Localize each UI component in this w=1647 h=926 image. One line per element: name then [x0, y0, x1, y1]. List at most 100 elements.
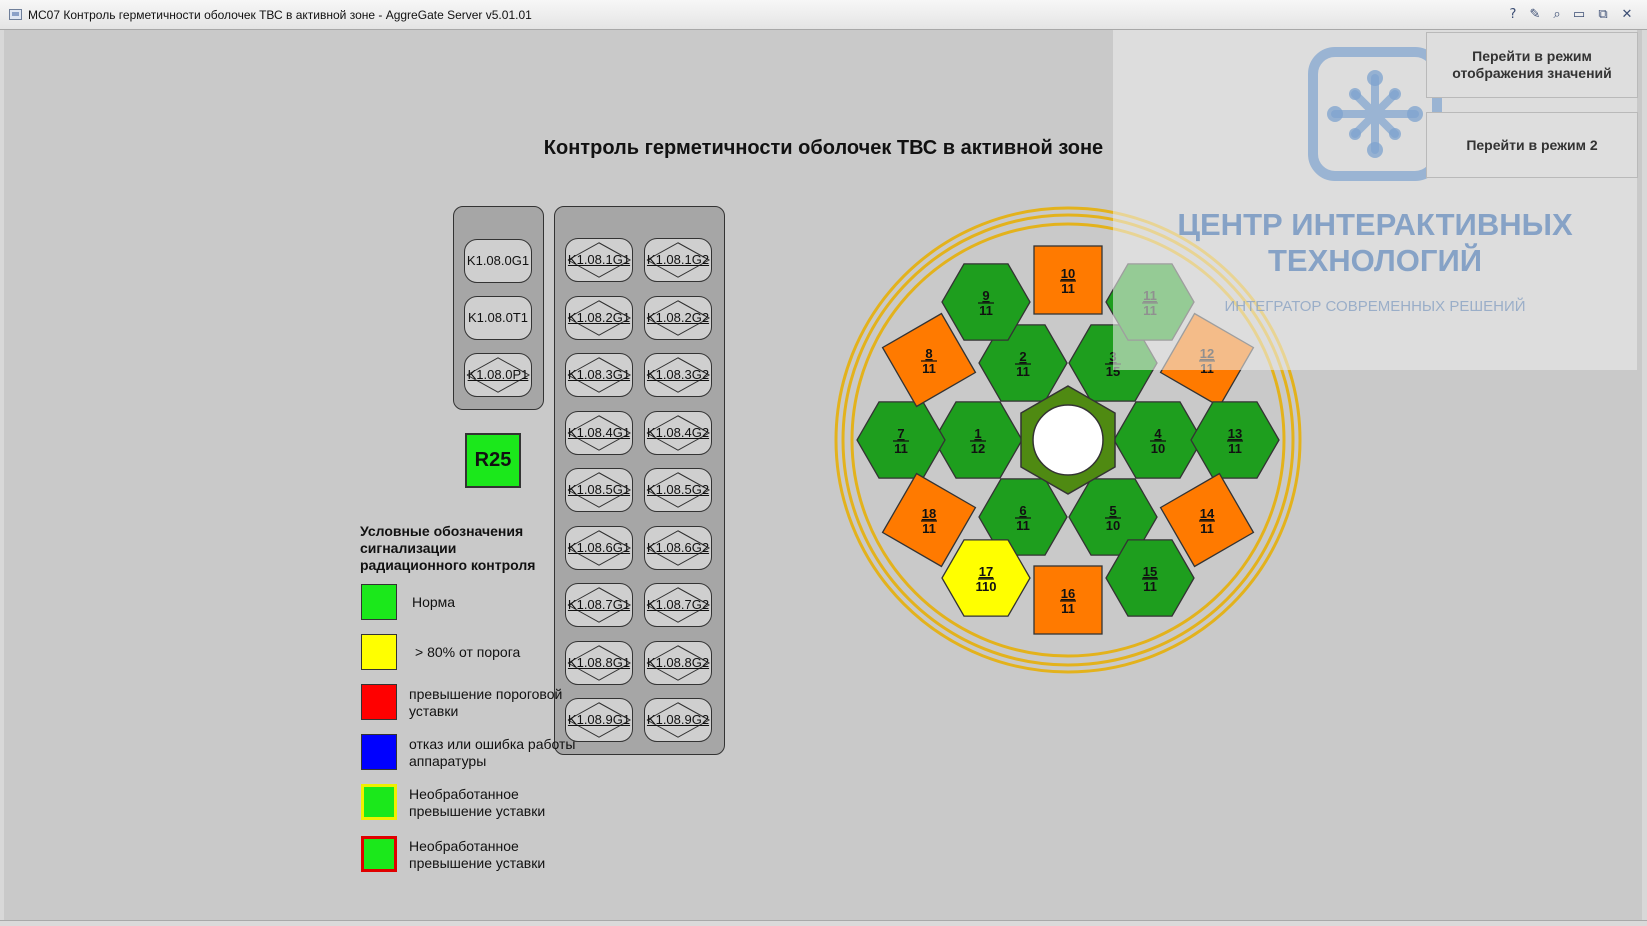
- fuel-assembly-value: 12: [971, 441, 985, 456]
- sensor-label: K1.08.1G1: [567, 252, 631, 267]
- sensor-button-k1-08-9g2[interactable]: K1.08.9G2: [644, 698, 712, 742]
- fuel-assembly-value: 11: [1016, 364, 1030, 379]
- fuel-assembly-number: 17: [979, 564, 993, 579]
- fuel-assembly-value: 11: [1061, 281, 1075, 296]
- legend-swatch: [361, 836, 397, 872]
- legend-swatch: [361, 734, 397, 770]
- sensor-label: K1.08.1G2: [646, 252, 710, 267]
- fuel-assembly-number: 13: [1228, 426, 1242, 441]
- window-frame-left: [0, 30, 4, 926]
- fuel-assembly-number: 6: [1019, 503, 1026, 518]
- sensor-button-k1-08-3g2[interactable]: K1.08.3G2: [644, 353, 712, 397]
- legend-swatch: [361, 784, 397, 820]
- help-icon[interactable]: ?: [1504, 6, 1522, 24]
- app-icon: [9, 9, 22, 20]
- fuel-assembly-number: 10: [1061, 266, 1075, 281]
- fuel-assembly-number: 5: [1109, 503, 1116, 518]
- legend-text: превышение пороговой уставки: [409, 686, 563, 719]
- sensor-button-k1-08-7g2[interactable]: K1.08.7G2: [644, 583, 712, 627]
- sensor-label: K1.08.4G2: [646, 424, 710, 440]
- search-icon[interactable]: ⌕: [1548, 6, 1566, 24]
- fuel-assembly-number: 7: [897, 426, 904, 441]
- legend-text: Норма: [412, 594, 456, 610]
- close-icon[interactable]: ✕: [1618, 6, 1636, 24]
- fuel-assembly-number: 2: [1019, 349, 1026, 364]
- fuel-assembly-value: 11: [1016, 518, 1030, 533]
- sensor-button-0p1[interactable]: K1.08.0P1: [464, 353, 532, 397]
- sensor-button-k1-08-5g1[interactable]: K1.08.5G1: [565, 468, 633, 512]
- fuel-assembly-value: 110: [976, 579, 997, 594]
- sensor-label: K1.08.4G1: [567, 424, 631, 440]
- sensor-panel-grid: K1.08.1G1 K1.08.1G2 K1.08.2G1 K1.08.2G2 K1.0…: [554, 206, 725, 755]
- sensor-label: K1.08.3G2: [646, 367, 710, 382]
- window-frame-bottom: [0, 920, 1647, 926]
- watermark-subtitle: ИНТЕГРАТОР СОВРЕМЕННЫХ РЕШЕНИЙ: [1224, 298, 1526, 315]
- fuel-assembly-value: 11: [979, 303, 993, 318]
- sensor-panel-left: K1.08.0G1 K1.08.0T1 K1.08.0P1: [453, 206, 544, 410]
- legend-text: > 80% от порога: [415, 644, 521, 660]
- sensor-label: K1.08.9G2: [646, 712, 710, 727]
- fuel-assembly-number: 8: [925, 346, 932, 361]
- legend-text: Необработанное превышение уставки: [409, 838, 546, 871]
- legend-swatch: [361, 634, 397, 670]
- sensor-button-k1-08-1g1[interactable]: K1.08.1G1: [565, 238, 633, 282]
- watermark-title: ЦЕНТР ИНТЕРАКТИВНЫХ ТЕХНОЛОГИЙ: [1177, 207, 1573, 278]
- sensor-label: K1.08.2G2: [646, 309, 710, 325]
- mode-values-button[interactable]: Перейти в режим отображения значений: [1426, 32, 1638, 98]
- sensor-label: K1.08.2G1: [567, 309, 631, 325]
- maximize-icon[interactable]: ▭: [1570, 6, 1588, 24]
- edit-icon[interactable]: ✎: [1526, 6, 1544, 24]
- sensor-button-k1-08-8g2[interactable]: K1.08.8G2: [644, 640, 712, 685]
- fuel-assembly-number: 15: [1143, 564, 1157, 579]
- sensor-button-0t1[interactable]: K1.08.0T1: [464, 296, 532, 340]
- sensor-label: K1.08.8G2: [646, 654, 710, 670]
- sensor-label: K1.08.0G1: [466, 253, 530, 268]
- sensor-button-k1-08-3g1[interactable]: K1.08.3G1: [565, 353, 633, 397]
- sensor-button-0g1[interactable]: K1.08.0G1: [464, 239, 532, 283]
- legend-text: отказ или ошибка работы аппаратуры: [409, 736, 576, 769]
- sensor-label: K1.08.6G2: [646, 539, 710, 555]
- company-logo-icon: [1308, 47, 1442, 181]
- fuel-assembly-value: 11: [1228, 441, 1242, 456]
- sensor-button-k1-08-6g1[interactable]: K1.08.6G1: [565, 525, 633, 570]
- sensor-button-k1-08-2g1[interactable]: K1.08.2G1: [565, 295, 633, 340]
- fuel-assembly-number: 14: [1200, 506, 1215, 521]
- fuel-assembly-value: 11: [1200, 521, 1214, 536]
- window-title: MC07 Контроль герметичности оболочек ТВС…: [28, 8, 532, 22]
- legend-title: Условные обозначения сигнализации радиац…: [360, 523, 536, 573]
- fuel-assembly-value: 11: [922, 521, 936, 536]
- fuel-assembly-number: 9: [982, 288, 989, 303]
- sensor-label: K1.08.6G1: [567, 539, 631, 555]
- fuel-assembly-value: 10: [1106, 518, 1120, 533]
- legend-swatch: [361, 584, 397, 620]
- sensor-button-k1-08-4g2[interactable]: K1.08.4G2: [644, 410, 712, 455]
- mode-2-button[interactable]: Перейти в режим 2: [1426, 112, 1638, 178]
- window-frame-right: [1642, 30, 1647, 926]
- restore-icon[interactable]: ⧉: [1594, 6, 1612, 24]
- fuel-assembly-value: 11: [1143, 579, 1157, 594]
- sensor-button-k1-08-1g2[interactable]: K1.08.1G2: [644, 238, 712, 282]
- core-center-channel: [1032, 404, 1104, 476]
- fuel-assembly-value: 11: [1061, 601, 1075, 616]
- fuel-assembly-number: 4: [1154, 426, 1162, 441]
- sensor-button-k1-08-5g2[interactable]: K1.08.5G2: [644, 468, 712, 512]
- r25-indicator[interactable]: R25: [465, 433, 521, 488]
- sensor-label: K1.08.5G1: [567, 482, 631, 497]
- legend-text: Необработанное превышение уставки: [409, 786, 546, 819]
- fuel-assembly-number: 18: [922, 506, 936, 521]
- sensor-button-k1-08-2g2[interactable]: K1.08.2G2: [644, 295, 712, 340]
- sensor-label: K1.08.0P1: [467, 367, 529, 382]
- fuel-assembly-number: 16: [1061, 586, 1075, 601]
- window-titlebar: MC07 Контроль герметичности оболочек ТВС…: [0, 0, 1647, 30]
- sensor-label: K1.08.0T1: [468, 310, 528, 325]
- sensor-button-k1-08-6g2[interactable]: K1.08.6G2: [644, 525, 712, 570]
- sensor-label: K1.08.5G2: [646, 482, 710, 497]
- fuel-assembly-value: 10: [1151, 441, 1165, 456]
- sensor-label: K1.08.3G1: [567, 367, 631, 382]
- fuel-assembly-number: 1: [974, 426, 981, 441]
- legend-swatch: [361, 684, 397, 720]
- fuel-assembly-value: 11: [894, 441, 908, 456]
- fuel-assembly-value: 11: [922, 361, 936, 376]
- sensor-button-k1-08-4g1[interactable]: K1.08.4G1: [565, 410, 633, 455]
- sensor-label: K1.08.7G2: [646, 597, 710, 612]
